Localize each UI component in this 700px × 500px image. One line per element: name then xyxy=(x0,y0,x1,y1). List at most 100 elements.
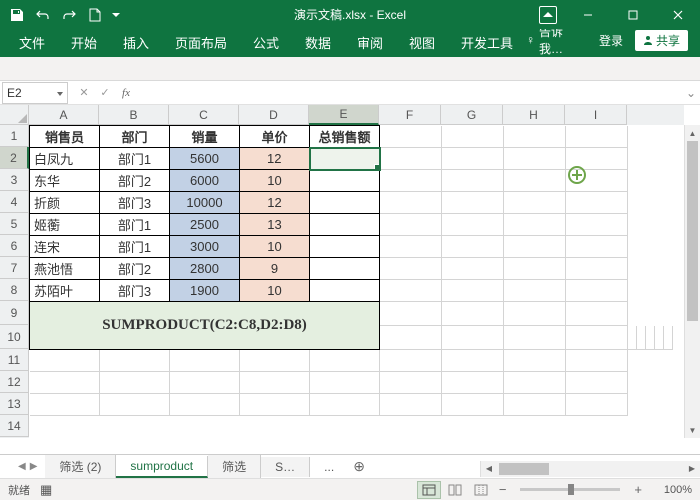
cell-I13[interactable] xyxy=(566,372,628,394)
cell-C7[interactable]: 2800 xyxy=(170,258,240,280)
row-header-9[interactable]: 9 xyxy=(0,301,29,325)
vertical-scrollbar[interactable]: ▲ ▼ xyxy=(684,125,700,438)
cell-E13[interactable] xyxy=(310,372,380,394)
cell-F3[interactable] xyxy=(380,170,442,192)
cell-H12[interactable] xyxy=(504,350,566,372)
cell-G2[interactable] xyxy=(442,148,504,170)
row-header-13[interactable]: 13 xyxy=(0,393,29,415)
cell-A13[interactable] xyxy=(30,372,100,394)
col-header-B[interactable]: B xyxy=(99,105,169,125)
cell-B11[interactable] xyxy=(442,326,504,350)
cell-E2[interactable] xyxy=(310,148,380,170)
cell-E3[interactable] xyxy=(310,170,380,192)
cell-area[interactable]: 销售员部门销量单价总销售额白凤九部门1560012东华部门2600010折颜部门… xyxy=(29,125,684,438)
cell-H11[interactable] xyxy=(655,326,664,350)
cell-D8[interactable]: 10 xyxy=(240,280,310,302)
zoom-handle[interactable] xyxy=(568,484,574,495)
cell-A12[interactable] xyxy=(30,350,100,372)
cell-H1[interactable] xyxy=(504,126,566,148)
maximize-button[interactable] xyxy=(610,0,655,29)
cell-B6[interactable]: 部门1 xyxy=(100,236,170,258)
cell-H7[interactable] xyxy=(504,258,566,280)
cell-B2[interactable]: 部门1 xyxy=(100,148,170,170)
row-header-12[interactable]: 12 xyxy=(0,371,29,393)
cell-H3[interactable] xyxy=(504,170,566,192)
scroll-up-icon[interactable]: ▲ xyxy=(685,125,700,141)
cell-G11[interactable] xyxy=(646,326,655,350)
cell-D6[interactable]: 10 xyxy=(240,236,310,258)
cell-B13[interactable] xyxy=(100,372,170,394)
cell-E7[interactable] xyxy=(310,258,380,280)
scroll-right-icon[interactable]: ▶ xyxy=(684,464,700,473)
row-header-6[interactable]: 6 xyxy=(0,235,29,257)
cell-D4[interactable]: 12 xyxy=(240,192,310,214)
cell-F5[interactable] xyxy=(380,214,442,236)
qat-customize-icon[interactable] xyxy=(109,3,123,27)
cell-I11[interactable] xyxy=(664,326,673,350)
col-header-A[interactable]: A xyxy=(29,105,99,125)
cell-I7[interactable] xyxy=(566,258,628,280)
col-header-F[interactable]: F xyxy=(379,105,441,125)
cell-A7[interactable]: 燕池悟 xyxy=(30,258,100,280)
row-header-8[interactable]: 8 xyxy=(0,279,29,301)
cell-H6[interactable] xyxy=(504,236,566,258)
cell-A8[interactable]: 苏陌叶 xyxy=(30,280,100,302)
cell-H13[interactable] xyxy=(504,372,566,394)
cell-F9[interactable] xyxy=(380,302,442,326)
sheet-tab-3[interactable]: S… xyxy=(261,457,310,477)
cell-C3[interactable]: 6000 xyxy=(170,170,240,192)
cell-I12[interactable] xyxy=(566,350,628,372)
cell-A14[interactable] xyxy=(30,394,100,416)
row-headers[interactable]: 1234567891011121314 xyxy=(0,125,29,438)
tab-developer[interactable]: 开发工具 xyxy=(448,28,526,57)
sheet-next-icon[interactable]: ▶ xyxy=(30,461,38,472)
cell-D1[interactable]: 单价 xyxy=(240,126,310,148)
select-all-corner[interactable] xyxy=(0,105,29,125)
cell-D13[interactable] xyxy=(240,372,310,394)
cell-F4[interactable] xyxy=(380,192,442,214)
cell-H4[interactable] xyxy=(504,192,566,214)
cell-C14[interactable] xyxy=(170,394,240,416)
sheet-prev-icon[interactable]: ◀ xyxy=(18,461,26,472)
cell-I3[interactable] xyxy=(566,170,628,192)
row-header-14[interactable]: 14 xyxy=(0,415,29,437)
row-header-5[interactable]: 5 xyxy=(0,213,29,235)
cell-A5[interactable]: 姬蘅 xyxy=(30,214,100,236)
cell-A2[interactable]: 白凤九 xyxy=(30,148,100,170)
formula-expand-icon[interactable]: ⌄ xyxy=(682,86,700,100)
cell-I2[interactable] xyxy=(566,148,628,170)
close-button[interactable] xyxy=(655,0,700,29)
cell-I5[interactable] xyxy=(566,214,628,236)
column-headers[interactable]: ABCDEFGHI xyxy=(29,105,684,125)
tab-formulas[interactable]: 公式 xyxy=(240,28,292,57)
cell-I9[interactable] xyxy=(566,302,628,326)
zoom-value[interactable]: 100% xyxy=(648,484,692,496)
cell-H5[interactable] xyxy=(504,214,566,236)
cell-C13[interactable] xyxy=(170,372,240,394)
cell-G4[interactable] xyxy=(442,192,504,214)
cell-I4[interactable] xyxy=(566,192,628,214)
tab-review[interactable]: 审阅 xyxy=(344,28,396,57)
scroll-left-icon[interactable]: ◀ xyxy=(481,464,497,473)
cell-A1[interactable]: 销售员 xyxy=(30,126,100,148)
macro-record-icon[interactable]: ▦ xyxy=(40,482,52,498)
col-header-H[interactable]: H xyxy=(503,105,565,125)
add-sheet-button[interactable]: ⊕ xyxy=(348,458,370,475)
cell-I1[interactable] xyxy=(566,126,628,148)
zoom-slider[interactable] xyxy=(520,488,620,491)
cell-G7[interactable] xyxy=(442,258,504,280)
view-page-break-button[interactable] xyxy=(469,481,493,499)
cell-F6[interactable] xyxy=(380,236,442,258)
cell-F2[interactable] xyxy=(380,148,442,170)
cell-H14[interactable] xyxy=(504,394,566,416)
cell-H2[interactable] xyxy=(504,148,566,170)
cell-C8[interactable]: 1900 xyxy=(170,280,240,302)
cell-H9[interactable] xyxy=(504,302,566,326)
cell-G12[interactable] xyxy=(442,350,504,372)
sheet-tab-0[interactable]: 筛选 (2) xyxy=(45,455,116,478)
name-box[interactable]: E2 xyxy=(2,82,68,104)
sheet-tab-1[interactable]: sumproduct xyxy=(116,456,208,478)
cell-G13[interactable] xyxy=(442,372,504,394)
col-header-E[interactable]: E xyxy=(309,105,379,125)
fx-icon[interactable]: fx xyxy=(116,87,136,99)
